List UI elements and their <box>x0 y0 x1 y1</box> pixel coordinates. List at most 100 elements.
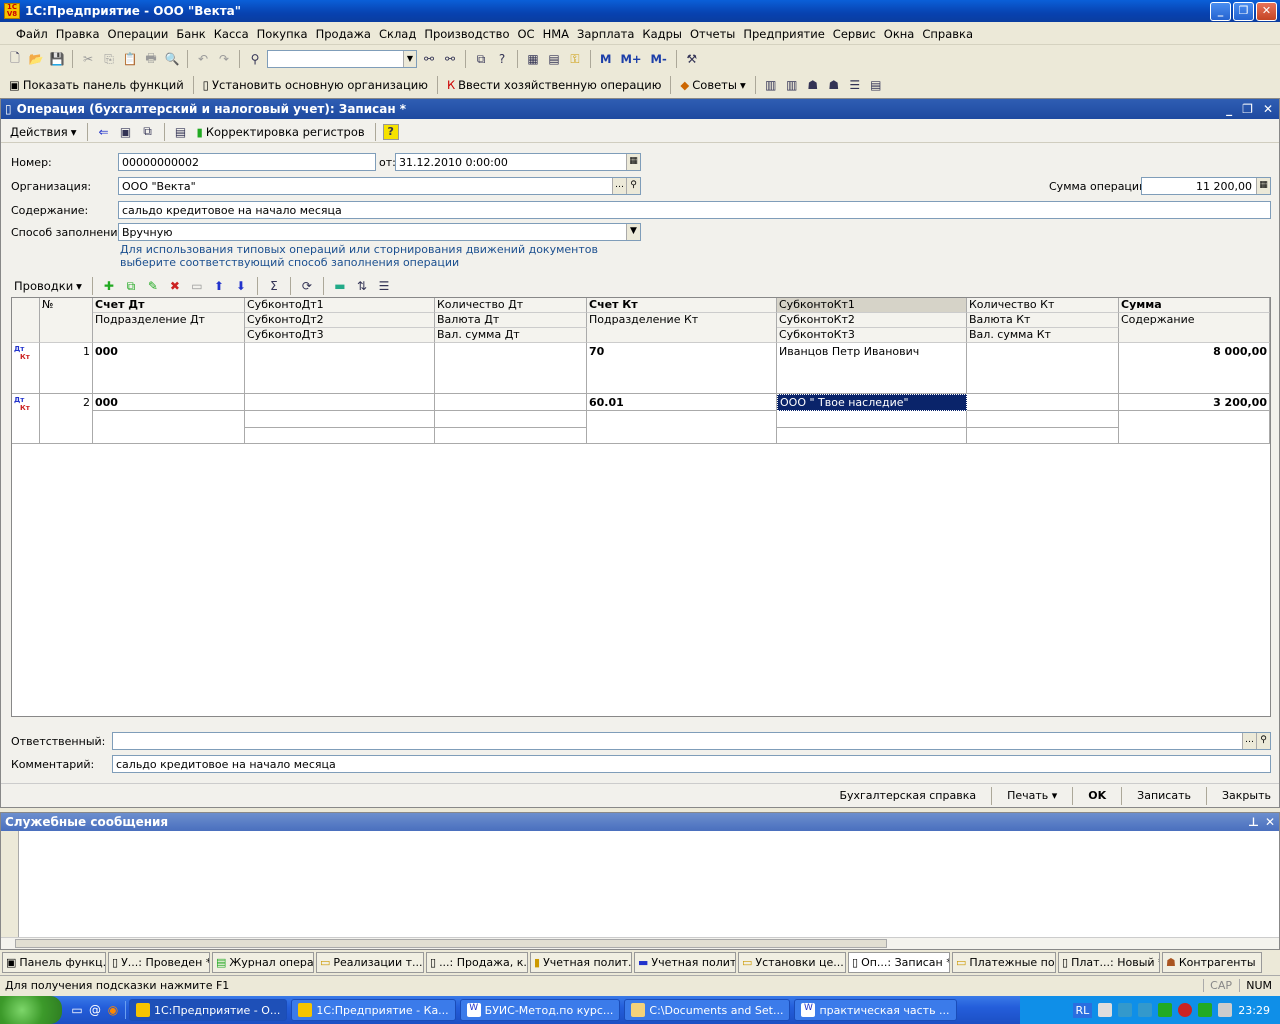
sum-cell[interactable]: 3 200,00 <box>1119 394 1270 411</box>
fill-select[interactable]: Вручную ▼ <box>118 223 641 241</box>
dt-account-cell[interactable]: 000 <box>93 394 245 411</box>
select-button-icon[interactable]: … <box>612 178 626 194</box>
skt3-header[interactable]: СубконтоКт3 <box>777 328 967 343</box>
tab-price-settings[interactable]: ▭ Установки це... <box>738 952 846 973</box>
number-field[interactable]: 00000000002 <box>118 153 376 171</box>
scroll-thumb[interactable] <box>15 939 887 948</box>
kt-account-cell[interactable]: 60.01 <box>587 394 777 411</box>
sum-icon[interactable]: Σ <box>265 277 283 295</box>
tab-sales[interactable]: ▭ Реализации т... <box>316 952 424 973</box>
dt-account-cell[interactable]: 000 <box>93 343 245 394</box>
add-row-icon[interactable]: ✚ <box>100 277 118 295</box>
open-icon[interactable]: 📂 <box>27 50 45 68</box>
restore-button[interactable]: ❐ <box>1233 2 1254 21</box>
kt-header[interactable]: Счет Кт <box>587 298 777 313</box>
taskbar-item-1c-second[interactable]: 1С:Предприятие - Ка... <box>291 999 456 1021</box>
back-icon[interactable]: ⇐ <box>95 123 113 141</box>
volume-icon[interactable] <box>1218 1003 1233 1017</box>
clock[interactable]: 23:29 <box>1238 1004 1270 1017</box>
tab-panel[interactable]: ▣ Панель функц... <box>2 952 106 973</box>
sum-cell[interactable]: 8 000,00 <box>1119 343 1270 394</box>
menu-sales[interactable]: Продажа <box>312 27 375 41</box>
menu-service[interactable]: Сервис <box>829 27 880 41</box>
menu-purchase[interactable]: Покупка <box>253 27 312 41</box>
menu-salary[interactable]: Зарплата <box>573 27 638 41</box>
sdt1-header[interactable]: СубконтоДт1 <box>245 298 435 313</box>
taskbar-item-1c-main[interactable]: 1С:Предприятие - О... <box>129 999 288 1021</box>
menu-production[interactable]: Производство <box>420 27 513 41</box>
calendar-button-icon[interactable]: ▦ <box>626 154 640 170</box>
move-down-icon[interactable]: ⬇ <box>232 277 250 295</box>
tab-contractors[interactable]: ☗ Контрагенты <box>1162 952 1262 973</box>
hint-line2[interactable]: выберите соответствующий способ заполнен… <box>120 256 459 269</box>
paste-icon[interactable]: 📋 <box>121 50 139 68</box>
close-doc-button[interactable]: Закрыть <box>1222 789 1271 802</box>
skt2-cell[interactable] <box>777 411 967 428</box>
save-icon[interactable]: 💾 <box>48 50 66 68</box>
network-icon[interactable] <box>1118 1003 1133 1017</box>
sort-icon[interactable]: ⇅ <box>353 277 371 295</box>
pin-icon[interactable]: ⊥ <box>1248 813 1259 831</box>
tab-journal[interactable]: ▤Журнал опера... <box>212 952 314 973</box>
tab-policy-2[interactable]: ▬Учетная полит... <box>634 952 736 973</box>
windows-icon[interactable]: ⧉ <box>472 50 490 68</box>
taskbar-item-explorer[interactable]: C:\Documents and Set... <box>624 999 791 1021</box>
settings-icon[interactable]: ☰ <box>375 277 393 295</box>
opera-icon[interactable] <box>1178 1003 1193 1017</box>
edit-row-icon[interactable]: ✎ <box>144 277 162 295</box>
print-button[interactable]: Печать ▾ <box>1007 789 1057 802</box>
list-icon[interactable]: ☰ <box>846 76 864 94</box>
sdt2-cell[interactable] <box>245 411 435 428</box>
hint-line1[interactable]: Для использования типовых операций или с… <box>120 243 598 256</box>
set-org-button[interactable]: ▯ Установить основную организацию <box>200 78 431 92</box>
qkt-cell[interactable] <box>967 343 1119 394</box>
row-number[interactable]: 2 <box>40 394 93 444</box>
search-combo[interactable]: ▼ <box>267 50 417 68</box>
tab-sale-doc[interactable]: ▯...: Продажа, к... <box>426 952 528 973</box>
comment-field[interactable]: сальдо кредитовое на начало месяца <box>112 755 1271 773</box>
enter-operation-button[interactable]: К Ввести хозяйственную операцию <box>444 78 664 92</box>
skt2-header[interactable]: СубконтоКт2 <box>777 313 967 328</box>
move-up-icon[interactable]: ⬆ <box>210 277 228 295</box>
close-button[interactable]: ✕ <box>1256 2 1277 21</box>
date-field[interactable]: 31.12.2010 0:00:00 ▦ <box>395 153 641 171</box>
menu-nma[interactable]: НМА <box>539 27 573 41</box>
menu-os[interactable]: ОС <box>513 27 538 41</box>
tab-policy-1[interactable]: ▮ Учетная полит... <box>530 952 632 973</box>
report-icon[interactable]: ▤ <box>867 76 885 94</box>
end-edit-icon[interactable]: ▭ <box>188 277 206 295</box>
entries-menu[interactable]: Проводки ▾ <box>11 279 85 293</box>
qdt-cell[interactable] <box>435 394 587 411</box>
calendar-icon[interactable]: ▤ <box>545 50 563 68</box>
minimize-button[interactable]: _ <box>1210 2 1231 21</box>
menu-reports[interactable]: Отчеты <box>686 27 739 41</box>
responsible-field[interactable]: … ⚲ <box>112 732 1271 750</box>
tips-button[interactable]: ◆ Советы ▾ <box>677 78 748 92</box>
dt-header[interactable]: Счет Дт <box>93 298 245 313</box>
taskbar-item-word-method[interactable]: W БУИС-Метод.по курс... <box>459 999 621 1021</box>
entries-table[interactable]: № Счет Дт Подразделение Дт СубконтоДт1 С… <box>11 297 1271 717</box>
new-document-icon[interactable]: 🗋 <box>6 50 24 68</box>
firefox-icon[interactable]: ◉ <box>104 1001 122 1019</box>
sdt-cell[interactable] <box>245 343 435 394</box>
dt-division-cell[interactable] <box>93 411 245 444</box>
structure-icon[interactable]: ▣ <box>117 123 135 141</box>
tools-icon[interactable]: ⚒ <box>683 50 701 68</box>
search-prev-icon[interactable]: ⚯ <box>441 50 459 68</box>
open-icon[interactable]: ⚲ <box>626 178 640 194</box>
cut-icon[interactable]: ✂ <box>79 50 97 68</box>
dt2-header[interactable]: Подразделение Дт <box>93 313 245 343</box>
menu-operations[interactable]: Операции <box>104 27 173 41</box>
print-icon[interactable]: 🖶 <box>142 50 160 68</box>
menu-cash[interactable]: Касса <box>210 27 253 41</box>
menu-edit[interactable]: Правка <box>52 27 104 41</box>
journal-icon[interactable]: ▥ <box>762 76 780 94</box>
vdt-header[interactable]: Вал. сумма Дт <box>435 328 587 343</box>
copy-doc-icon[interactable]: ⧉ <box>139 123 157 141</box>
menu-warehouse[interactable]: Склад <box>375 27 420 41</box>
kt-division-cell[interactable] <box>587 411 777 444</box>
memory-plus-button[interactable]: М+ <box>617 52 644 66</box>
calculator-button-icon[interactable]: ▦ <box>1256 178 1270 194</box>
qkt-header[interactable]: Количество Кт <box>967 298 1119 313</box>
sdt3-header[interactable]: СубконтоДт3 <box>245 328 435 343</box>
